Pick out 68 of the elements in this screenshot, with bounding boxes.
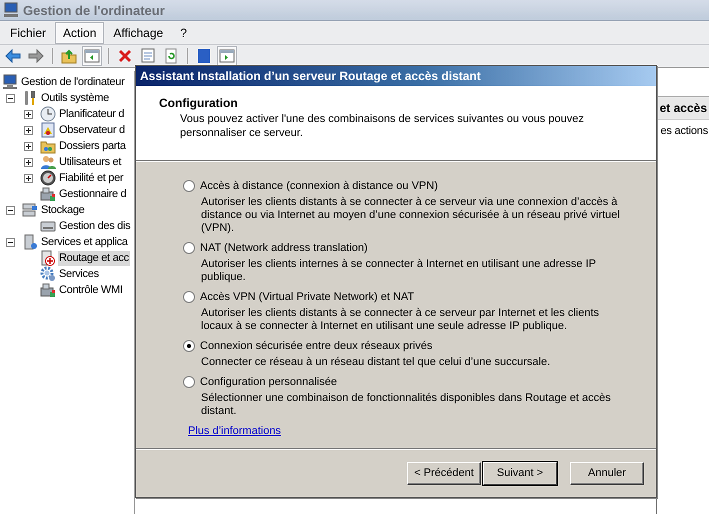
tree-item[interactable]: Planificateur d xyxy=(58,106,126,122)
radio-button[interactable] xyxy=(183,340,195,352)
tree-item[interactable]: Gestion des dis xyxy=(58,218,132,234)
forward-icon[interactable] xyxy=(26,46,46,66)
option-label[interactable]: Accès VPN (Virtual Private Network) et NAT xyxy=(200,291,414,303)
menu-item[interactable]: ? xyxy=(172,22,195,44)
log-icon xyxy=(40,122,56,138)
clock-icon xyxy=(40,106,56,122)
option-description: Autoriser les clients distants à se connecter à ce serveur via une connexion d’accès à distance ou via Internet au moyen d’une connexion sécurisée à un réseau privé virtuel (VPN). xyxy=(200,196,621,235)
collapse-toggle[interactable] xyxy=(6,238,15,246)
back-icon[interactable] xyxy=(3,46,23,66)
tree-item[interactable]: Stockage xyxy=(40,202,86,218)
radio-button[interactable] xyxy=(183,291,195,303)
tree-item[interactable]: Services xyxy=(58,266,100,282)
page-heading: Configuration xyxy=(159,96,239,110)
expand-toggle[interactable] xyxy=(24,110,33,118)
option-description: Autoriser les clients distants à se connecter à ce serveur par Internet et les clients locaux à se connecter à Internet en utilisant une seule adresse IP publique. xyxy=(200,307,600,333)
tools-icon xyxy=(22,90,38,106)
computer-icon xyxy=(2,74,18,90)
tree-item[interactable]: Dossiers parta xyxy=(58,138,127,154)
tree-item[interactable]: Routage et acc xyxy=(58,250,130,266)
wizard-button[interactable]: Suivant > xyxy=(483,462,557,484)
expand-toggle[interactable] xyxy=(24,126,33,134)
option-label[interactable]: Connexion sécurisée entre deux réseaux privés xyxy=(200,340,432,352)
tree-item[interactable]: Services et applica xyxy=(40,234,129,250)
window-title: Gestion de l'ordinateur xyxy=(23,2,165,18)
collapse-toggle[interactable] xyxy=(6,94,15,102)
option-description: Autoriser les clients internes à se connecter à Internet en utilisant une adresse IP publique. xyxy=(200,258,597,284)
tree-item[interactable]: Gestion de l'ordinateur xyxy=(20,74,126,90)
tree-item[interactable]: Observateur d xyxy=(58,122,126,138)
menu-item[interactable]: Fichier xyxy=(2,22,54,44)
wizard-button[interactable]: Annuler xyxy=(570,462,644,484)
page-description: Vous pouvez activer l'une des combinaisons de services suivantes ou vous pouvez personnaliser ce serveur. xyxy=(179,112,585,140)
storage-icon xyxy=(22,202,38,218)
computer-icon xyxy=(3,2,19,18)
more-info-link[interactable]: Plus d’informations xyxy=(188,425,281,437)
expand-toggle[interactable] xyxy=(24,142,33,150)
radio-button[interactable] xyxy=(183,242,195,254)
users-icon xyxy=(40,154,56,170)
menu-item[interactable]: Affichage xyxy=(105,22,172,44)
router-icon xyxy=(40,250,56,266)
option-label[interactable]: NAT (Network address translation) xyxy=(200,242,368,254)
menu-item[interactable]: Action xyxy=(55,22,104,44)
tree-item[interactable]: Gestionnaire d xyxy=(58,186,128,202)
tree-item[interactable]: Utilisateurs et xyxy=(58,154,122,170)
action-pane-icon[interactable] xyxy=(217,46,237,66)
device-icon xyxy=(40,282,56,298)
wizard-button[interactable]: < Précédent xyxy=(407,462,481,484)
server-icon xyxy=(22,234,38,250)
option-description: Connecter ce réseau à un réseau distant tel que celui d’une succursale. xyxy=(200,356,552,369)
device-icon xyxy=(40,186,56,202)
collapse-toggle[interactable] xyxy=(6,206,15,214)
dialog-title: Assistant Installation d’un serveur Routage et accès distant xyxy=(136,66,656,86)
tree-item[interactable]: Fiabilité et per xyxy=(58,170,124,186)
tree-item[interactable]: Outils système xyxy=(40,90,110,106)
option-label[interactable]: Accès à distance (connexion à distance ou VPN) xyxy=(200,180,438,192)
expand-toggle[interactable] xyxy=(24,158,33,166)
radio-button[interactable] xyxy=(183,376,195,388)
gear-icon xyxy=(40,266,56,282)
option-description: Sélectionner une combinaison de fonctionnalités disponibles dans Routage et accès distant. xyxy=(200,392,612,418)
action-link[interactable]: es actions xyxy=(657,120,709,137)
pane-icon[interactable] xyxy=(82,46,102,66)
tree-item[interactable]: Contrôle WMI xyxy=(58,282,124,298)
expand-toggle[interactable] xyxy=(24,174,33,182)
pane-header-title: et accès xyxy=(660,101,707,115)
radio-button[interactable] xyxy=(183,180,195,192)
gauge-icon xyxy=(40,170,56,186)
option-label[interactable]: Configuration personnalisée xyxy=(200,376,337,388)
